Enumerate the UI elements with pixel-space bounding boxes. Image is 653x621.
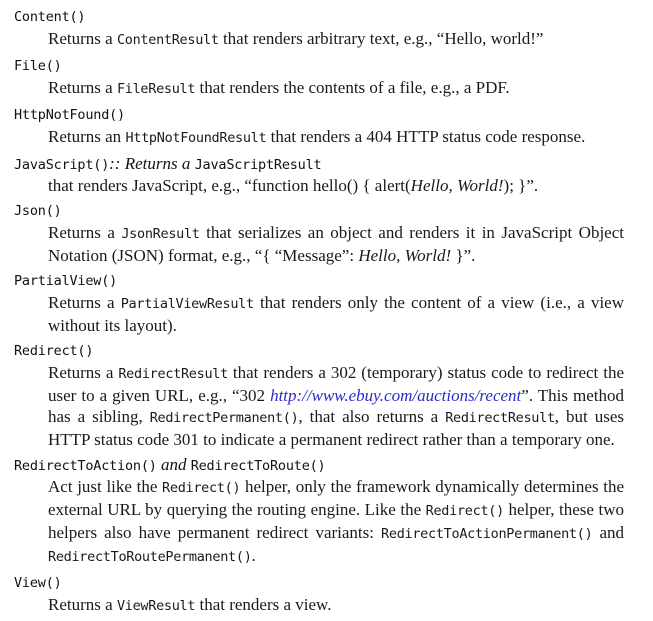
definition-entry: Content() Returns a ContentResult that re… [14, 6, 624, 55]
method-description: Returns a ContentResult that renders arb… [48, 28, 624, 55]
method-description: Returns a JsonResult that serializes an … [48, 222, 624, 270]
inline-code: PartialViewResult [120, 296, 254, 312]
inline-code: RedirectToActionPermanent() [381, 526, 593, 542]
method-term: Json() [14, 200, 624, 222]
inline-code: HttpNotFoundResult [125, 130, 267, 146]
method-name: Redirect() [14, 343, 94, 359]
method-term: View() [14, 572, 624, 594]
method-term: File() [14, 55, 624, 77]
text-run: }”. [451, 246, 476, 265]
method-term: PartialView() [14, 270, 624, 292]
text-run: , that also returns a [298, 407, 446, 426]
method-description: Returns an HttpNotFoundResult that rende… [48, 126, 624, 153]
inline-code: JsonResult [121, 226, 200, 242]
method-name: RedirectToAction() [14, 458, 157, 474]
inline-code: ViewResult [116, 598, 196, 614]
inline-code: Redirect() [425, 503, 505, 519]
text-run: that renders arbitrary text, e.g., “Hell… [218, 29, 544, 48]
method-description: Returns a ViewResult that renders a view… [48, 594, 624, 621]
method-name: HttpNotFound() [14, 107, 125, 123]
method-name: Json() [14, 203, 62, 219]
text-run: Returns a [48, 363, 119, 382]
definition-entry: View() Returns a ViewResult that renders … [14, 572, 624, 621]
method-term: Redirect() [14, 340, 624, 362]
method-term: JavaScript():: Returns a JavaScriptResul… [14, 153, 624, 175]
text-run: Act just like the [48, 477, 163, 496]
text-run: Returns a [48, 293, 121, 312]
definition-entry: JavaScript():: Returns a JavaScriptResul… [14, 153, 624, 200]
method-name: JavaScriptResult [194, 157, 322, 173]
inline-code: FileResult [116, 81, 196, 97]
method-definition-list: Content() Returns a ContentResult that re… [14, 6, 624, 621]
italic-text: Hello, World! [358, 246, 452, 265]
text-run: Returns a [48, 223, 122, 242]
text-run: Returns a [48, 29, 117, 48]
definition-entry: HttpNotFound() Returns an HttpNotFoundRes… [14, 104, 624, 153]
method-description: Act just like the Redirect() helper, onl… [48, 476, 624, 572]
method-name: File() [14, 58, 62, 74]
inline-code: RedirectPermanent() [149, 410, 299, 426]
method-name: PartialView() [14, 273, 118, 289]
method-name: View() [14, 575, 62, 591]
term-italic-text: and [156, 455, 191, 474]
inline-code: RedirectResult [118, 366, 228, 382]
term-italic-text: :: Returns a [109, 154, 195, 173]
inline-code: ContentResult [116, 32, 219, 48]
method-description: Returns a RedirectResult that renders a … [48, 362, 624, 454]
inline-code: Redirect() [162, 480, 241, 496]
method-name: JavaScript() [14, 157, 110, 173]
method-term: RedirectToAction() and RedirectToRoute() [14, 454, 624, 476]
url-link[interactable]: http://www.ebuy.com/auctions/recent [270, 386, 521, 405]
definition-entry: File() Returns a FileResult that renders … [14, 55, 624, 104]
method-description: Returns a FileResult that renders the co… [48, 77, 624, 104]
method-name: Content() [14, 9, 86, 25]
text-run: that renders JavaScript, e.g., “function… [48, 176, 411, 195]
method-description: Returns a PartialViewResult that renders… [48, 292, 624, 340]
text-run: Returns a [48, 78, 117, 97]
text-run: Returns an [48, 127, 126, 146]
definition-entry: PartialView() Returns a PartialViewResult… [14, 270, 624, 340]
definition-entry: Redirect() Returns a RedirectResult that … [14, 340, 624, 454]
inline-code: RedirectResult [445, 410, 555, 426]
inline-code: RedirectToRoutePermanent() [48, 549, 252, 565]
definition-entry: Json() Returns a JsonResult that serializ… [14, 200, 624, 270]
text-run: that renders the contents of a file, e.g… [195, 78, 510, 97]
text-run: . [251, 546, 256, 565]
method-term: HttpNotFound() [14, 104, 624, 126]
text-run: that renders a 404 HTTP status code resp… [266, 127, 586, 146]
method-description: that renders JavaScript, e.g., “function… [48, 175, 624, 200]
italic-text: Hello, World! [410, 176, 504, 195]
text-run: and [592, 523, 624, 542]
definition-entry: RedirectToAction() and RedirectToRoute()… [14, 454, 624, 572]
text-run: ); }”. [503, 176, 539, 195]
method-name: RedirectToRoute() [190, 458, 326, 474]
method-term: Content() [14, 6, 624, 28]
